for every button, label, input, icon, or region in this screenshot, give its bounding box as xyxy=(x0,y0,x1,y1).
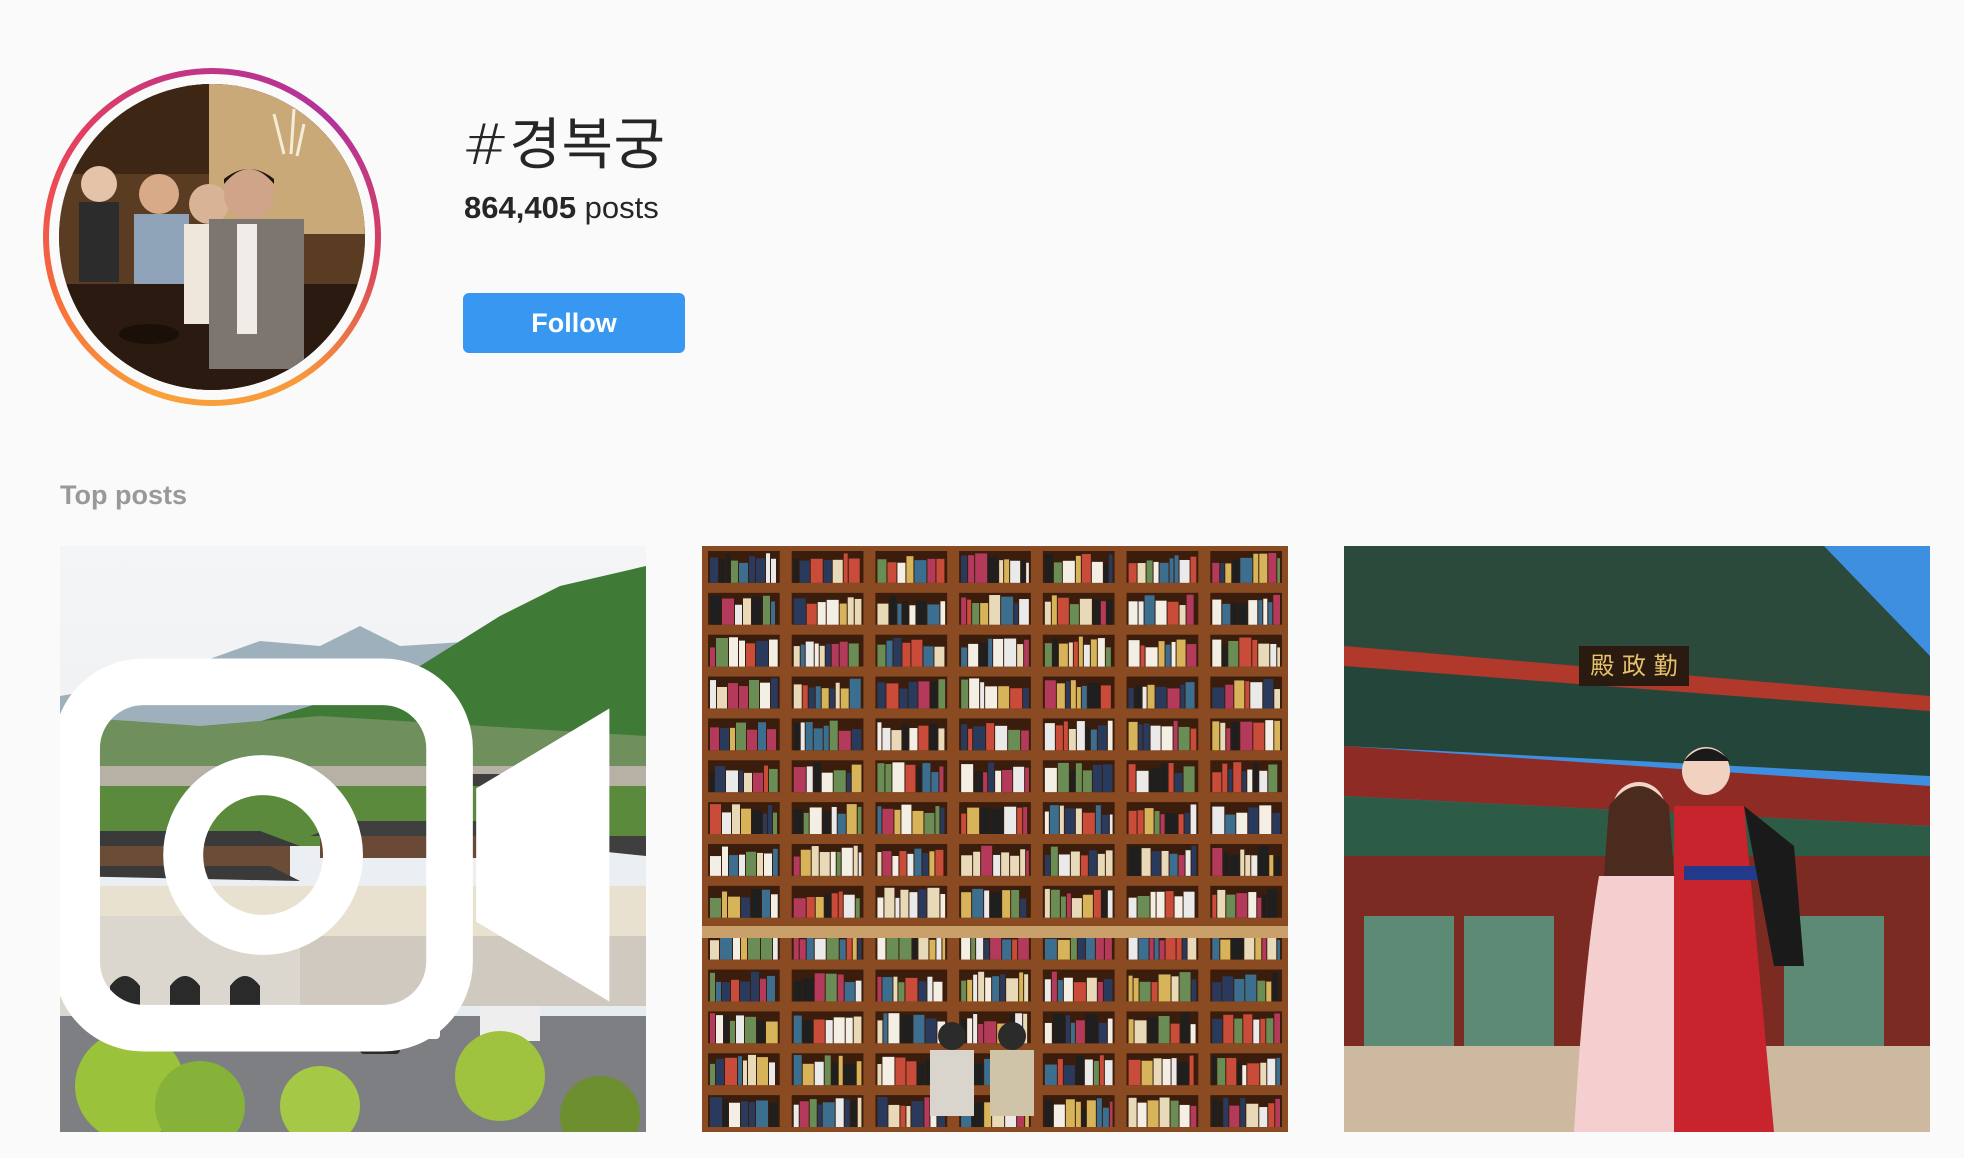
svg-text:殿 政 勤: 殿 政 勤 xyxy=(1590,652,1677,680)
post-3-image: 殿 政 勤 xyxy=(1344,546,1930,1132)
follow-button[interactable]: Follow xyxy=(463,293,685,353)
post-tile-1[interactable] xyxy=(60,546,646,1132)
post-tile-2[interactable] xyxy=(702,546,1288,1132)
top-posts-label: Top posts xyxy=(60,480,187,510)
post-count-number: 864,405 xyxy=(464,190,577,225)
post-2-image xyxy=(702,546,1288,1132)
hashtag-page: #경복궁 864,405 posts Follow Top posts 殿 政 … xyxy=(0,0,1964,1158)
hashtag-title: #경복궁 xyxy=(462,113,666,178)
video-camera-icon xyxy=(60,658,610,1052)
avatar-image xyxy=(59,84,365,390)
post-count: 864,405 posts xyxy=(464,190,659,226)
avatar-photo-illustration xyxy=(59,84,365,390)
post-tile-3[interactable]: 殿 政 勤 xyxy=(1344,546,1930,1132)
hashtag-avatar[interactable] xyxy=(43,68,381,406)
post-count-suffix: posts xyxy=(576,190,659,225)
